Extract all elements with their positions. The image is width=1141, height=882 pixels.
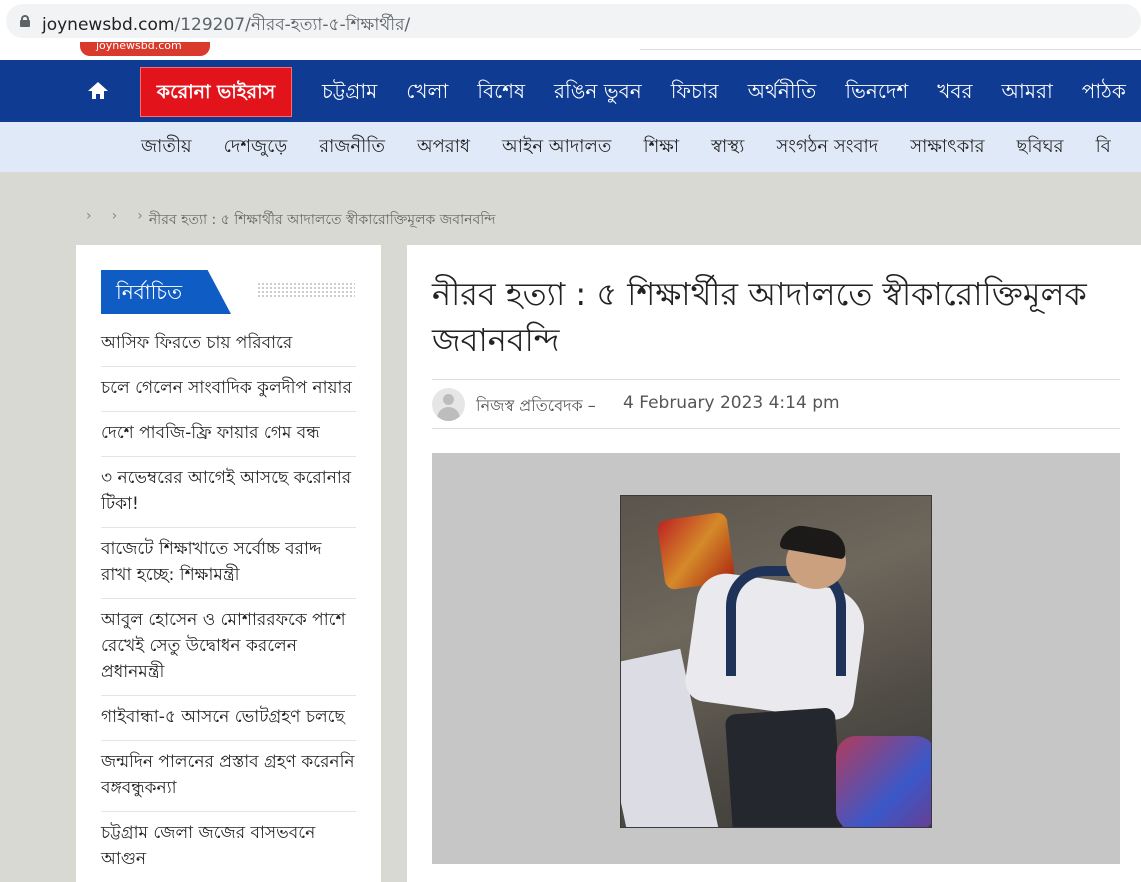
home-icon[interactable]: [88, 82, 108, 100]
sidebar-list: আসিফ ফিরতে চায় পরিবারে চলে গেলেন সাংবাদ…: [101, 322, 356, 882]
sub-nav-item[interactable]: শিক্ষা: [643, 122, 679, 172]
article-meta: নিজস্ব প্রতিবেদক – 4 February 2023 4:14 …: [432, 379, 1120, 429]
breadcrumb-current: নীরব হত্যা : ৫ শিক্ষার্থীর আদালতে স্বীকা…: [148, 212, 496, 228]
browser-address-bar: joynewsbd.com/129207/নীরব-হত্যা-৫-শিক্ষা…: [0, 0, 1141, 42]
article-featured-image-frame: [432, 453, 1120, 864]
breadcrumb-chevron-icon[interactable]: ›: [112, 208, 118, 232]
article-featured-photo[interactable]: [620, 495, 932, 828]
lock-icon: [20, 15, 30, 27]
avatar-icon: [432, 388, 465, 421]
article: নীরব হত্যা : ৫ শিক্ষার্থীর আদালতে স্বীকা…: [407, 245, 1141, 882]
nav-item[interactable]: পাঠক: [1082, 60, 1126, 122]
article-date: 4 February 2023 4:14 pm: [623, 393, 840, 413]
sub-nav-item[interactable]: রাজনীতি: [319, 122, 385, 172]
nav-item[interactable]: আমরা: [1002, 60, 1053, 122]
sub-nav-item[interactable]: দেশজুড়ে: [224, 122, 288, 172]
sidebar-news-link[interactable]: ৩ নভেম্বরের আগেই আসছে করোনার টিকা!: [101, 457, 356, 528]
nav-item[interactable]: বিশেষ: [477, 60, 525, 122]
sidebar-heading-label: নির্বাচিত: [101, 270, 231, 314]
sidebar-news-link[interactable]: আসিফ ফিরতে চায় পরিবারে: [101, 322, 356, 367]
sub-nav-item[interactable]: অপরাধ: [417, 122, 470, 172]
sub-nav-item[interactable]: বি: [1096, 122, 1111, 172]
nav-item[interactable]: খবর: [937, 60, 972, 122]
sidebar-news-link[interactable]: আবুল হোসেন ও মোশাররফকে পাশে রেখেই সেতু উ…: [101, 599, 356, 696]
sidebar-news-link[interactable]: গাইবান্ধা-৫ আসনে ভোটগ্রহণ চলছে: [101, 696, 356, 741]
sidebar-heading: নির্বাচিত: [101, 270, 356, 314]
nav-item-corona[interactable]: করোনা ভাইরাস: [140, 67, 292, 117]
heading-dots-decoration: [257, 282, 355, 298]
url-text[interactable]: joynewsbd.com/129207/নীরব-হত্যা-৫-শিক্ষা…: [42, 12, 410, 40]
site-logo[interactable]: joynewsbd.com: [80, 42, 210, 56]
article-author[interactable]: নিজস্ব প্রতিবেদক –: [476, 393, 596, 420]
nav-item[interactable]: ভিনদেশ: [845, 60, 908, 122]
nav-item[interactable]: রঙিন ভুবন: [554, 60, 642, 122]
breadcrumb: › › › নীরব হত্যা : ৫ শিক্ষার্থীর আদালতে …: [86, 208, 496, 232]
nav-item[interactable]: অর্থনীতি: [748, 60, 817, 122]
site-logo-text: joynewsbd.com: [96, 42, 182, 52]
sub-nav-item[interactable]: সংগঠন সংবাদ: [776, 122, 878, 172]
sub-nav-item[interactable]: আইন আদালত: [502, 122, 611, 172]
breadcrumb-chevron-icon[interactable]: ›: [86, 208, 92, 232]
header-banner: [640, 42, 1141, 50]
sub-nav-item[interactable]: জাতীয়: [141, 122, 192, 172]
main-nav-items: চট্টগ্রাম খেলা বিশেষ রঙিন ভুবন ফিচার অর্…: [322, 60, 1141, 122]
sidebar-news-link[interactable]: দেশে পাবজি-ফ্রি ফায়ার গেম বন্ধ: [101, 412, 356, 457]
breadcrumb-chevron-icon: ›: [137, 208, 143, 224]
nav-item[interactable]: খেলা: [406, 60, 448, 122]
sub-nav: জাতীয় দেশজুড়ে রাজনীতি অপরাধ আইন আদালত …: [0, 122, 1141, 172]
sidebar-news-link[interactable]: চট্টগ্রাম জেলা জজের বাসভবনে আগুন: [101, 812, 356, 882]
article-title: নীরব হত্যা : ৫ শিক্ষার্থীর আদালতে স্বীকা…: [432, 275, 1087, 359]
sub-nav-items: জাতীয় দেশজুড়ে রাজনীতি অপরাধ আইন আদালত …: [141, 122, 1141, 172]
sidebar-news-link[interactable]: চলে গেলেন সাংবাদিক কুলদীপ নায়ার: [101, 367, 356, 412]
sub-nav-item[interactable]: স্বাস্থ্য: [711, 122, 744, 172]
main-nav: করোনা ভাইরাস চট্টগ্রাম খেলা বিশেষ রঙিন ভ…: [0, 60, 1141, 122]
sub-nav-item[interactable]: সাক্ষাৎকার: [910, 122, 984, 172]
sidebar-news-link[interactable]: জন্মদিন পালনের প্রস্তাব গ্রহণ করেননি বঙ্…: [101, 741, 356, 812]
nav-item[interactable]: চট্টগ্রাম: [322, 60, 377, 122]
sub-nav-item[interactable]: ছবিঘর: [1016, 122, 1063, 172]
site-header-strip: joynewsbd.com: [0, 42, 1141, 60]
sidebar-news-link[interactable]: বাজেটে শিক্ষাখাতে সর্বোচ্চ বরাদ্দ রাখা হ…: [101, 528, 356, 599]
url-field[interactable]: joynewsbd.com/129207/নীরব-হত্যা-৫-শিক্ষা…: [6, 4, 1141, 38]
sidebar-selected-news: নির্বাচিত আসিফ ফিরতে চায় পরিবারে চলে গে…: [76, 245, 381, 882]
nav-item[interactable]: ফিচার: [671, 60, 719, 122]
